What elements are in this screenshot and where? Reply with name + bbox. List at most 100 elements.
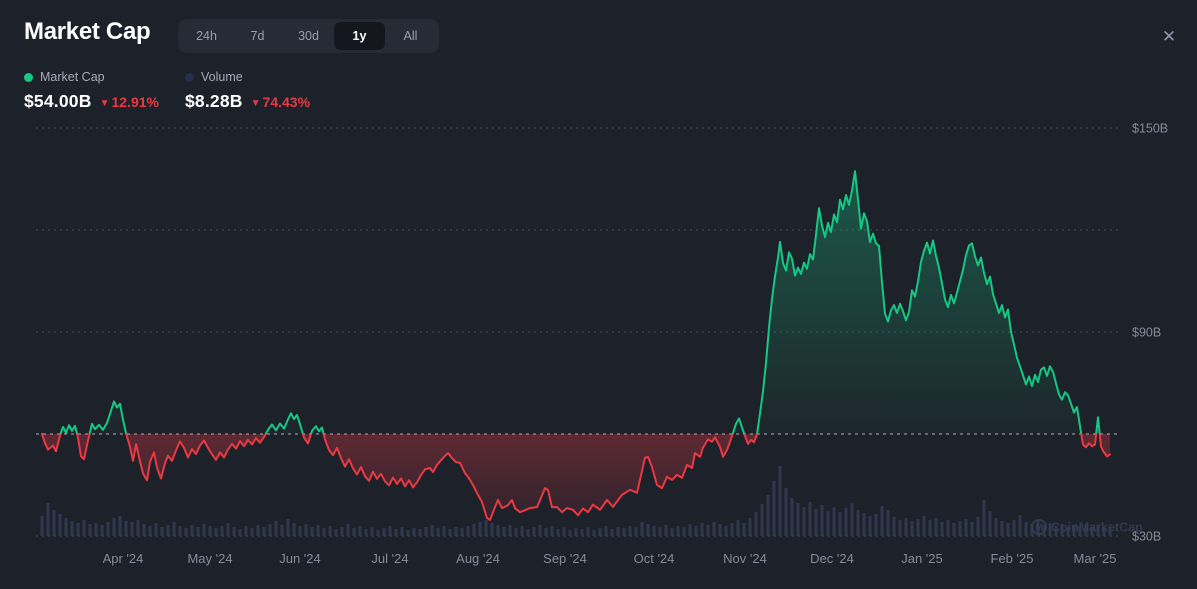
market-cap-chart[interactable]: Apr '24May '24Jun '24Jul '24Aug '24Sep '…	[0, 0, 1197, 589]
volume-bar	[53, 510, 56, 536]
time-range-selector: 24h 7d 30d 1y All	[178, 19, 439, 53]
volume-bar	[683, 527, 686, 536]
volume-bar	[125, 521, 128, 536]
volume-bar	[929, 520, 932, 536]
volume-bar	[635, 527, 638, 536]
volume-bar	[167, 525, 170, 536]
volume-bar	[875, 514, 878, 536]
volume-bar	[659, 527, 662, 536]
volume-bar	[995, 518, 998, 536]
range-button-24h[interactable]: 24h	[181, 22, 232, 50]
volume-bar	[395, 529, 398, 536]
volume-bar	[737, 520, 740, 536]
volume-bar	[581, 529, 584, 536]
range-button-7d[interactable]: 7d	[232, 22, 283, 50]
x-tick-label: Oct '24	[634, 551, 675, 566]
volume-bar	[323, 528, 326, 536]
volume-bar	[575, 528, 578, 536]
volume-bar	[731, 523, 734, 536]
volume-bar	[833, 507, 836, 536]
volume-bar	[47, 503, 50, 536]
volume-bar	[761, 504, 764, 536]
volume-bar	[461, 528, 464, 536]
volume-bar	[989, 511, 992, 536]
volume-bar	[983, 500, 986, 536]
volume-bar	[947, 520, 950, 536]
volume-bar	[749, 518, 752, 536]
x-tick-label: Apr '24	[103, 551, 144, 566]
volume-bar	[389, 526, 392, 536]
svg-text:M: M	[1035, 523, 1043, 533]
volume-bar	[977, 517, 980, 536]
volume-bar	[179, 526, 182, 536]
volume-bar	[371, 527, 374, 536]
volume-bar	[227, 523, 230, 536]
volume-bar	[263, 527, 266, 536]
volume-bar	[251, 528, 254, 536]
volume-bar	[401, 527, 404, 536]
volume-bar	[95, 523, 98, 536]
volume-bar	[185, 528, 188, 536]
volume-bar	[599, 528, 602, 536]
volume-bar	[377, 530, 380, 536]
volume-bar	[485, 520, 488, 536]
volume-change: ▼ 74.43%	[251, 94, 310, 110]
volume-bar	[383, 528, 386, 536]
volume-bar	[197, 527, 200, 536]
volume-bar	[851, 503, 854, 536]
x-tick-label: Dec '24	[810, 551, 854, 566]
volume-bar	[239, 529, 242, 536]
page-title: Market Cap	[24, 18, 150, 46]
volume-bar	[479, 522, 482, 536]
volume-metric: Volume $8.28B ▼ 74.43%	[185, 70, 310, 112]
volume-bar	[161, 527, 164, 536]
volume-bar	[923, 516, 926, 536]
volume-bar	[527, 529, 530, 536]
volume-bar	[413, 528, 416, 536]
volume-bar	[857, 510, 860, 536]
market-cap-dot-icon	[24, 73, 33, 82]
volume-bar	[767, 495, 770, 536]
volume-bar	[881, 506, 884, 536]
volume-bar	[191, 525, 194, 536]
range-button-30d[interactable]: 30d	[283, 22, 334, 50]
volume-bar	[257, 525, 260, 536]
volume-bar	[353, 528, 356, 536]
range-button-all[interactable]: All	[385, 22, 436, 50]
market-cap-change: ▼ 12.91%	[100, 94, 159, 110]
volume-bar	[41, 516, 44, 536]
volume-bar	[773, 481, 776, 536]
market-cap-legend-label: Market Cap	[40, 70, 105, 84]
volume-bar	[779, 466, 782, 536]
volume-bar	[443, 526, 446, 536]
volume-legend-label: Volume	[201, 70, 243, 84]
volume-bar	[563, 527, 566, 536]
volume-bar	[149, 526, 152, 536]
volume-bar	[203, 524, 206, 536]
volume-bar	[827, 511, 830, 536]
volume-bar	[1007, 523, 1010, 536]
volume-bar	[845, 508, 848, 536]
volume-bar	[113, 518, 116, 536]
volume-bar	[449, 529, 452, 536]
volume-bar	[59, 514, 62, 536]
volume-bar	[473, 524, 476, 536]
volume-bar	[755, 512, 758, 536]
volume-bar	[83, 520, 86, 536]
x-tick-label: Sep '24	[543, 551, 587, 566]
volume-bar	[407, 530, 410, 536]
volume-bar	[839, 512, 842, 536]
close-button[interactable]: ✕	[1154, 22, 1184, 52]
volume-bar	[467, 526, 470, 536]
volume-bar	[1019, 515, 1022, 536]
volume-bar	[287, 519, 290, 536]
svg-text:CoinMarketCap: CoinMarketCap	[1051, 521, 1143, 535]
x-tick-label: Nov '24	[723, 551, 767, 566]
volume-dot-icon	[185, 73, 194, 82]
range-button-1y[interactable]: 1y	[334, 22, 385, 50]
y-tick-label: $150B	[1132, 122, 1168, 136]
volume-bar	[641, 522, 644, 536]
volume-bar	[647, 524, 650, 536]
volume-bar	[317, 525, 320, 536]
volume-bar	[911, 521, 914, 536]
